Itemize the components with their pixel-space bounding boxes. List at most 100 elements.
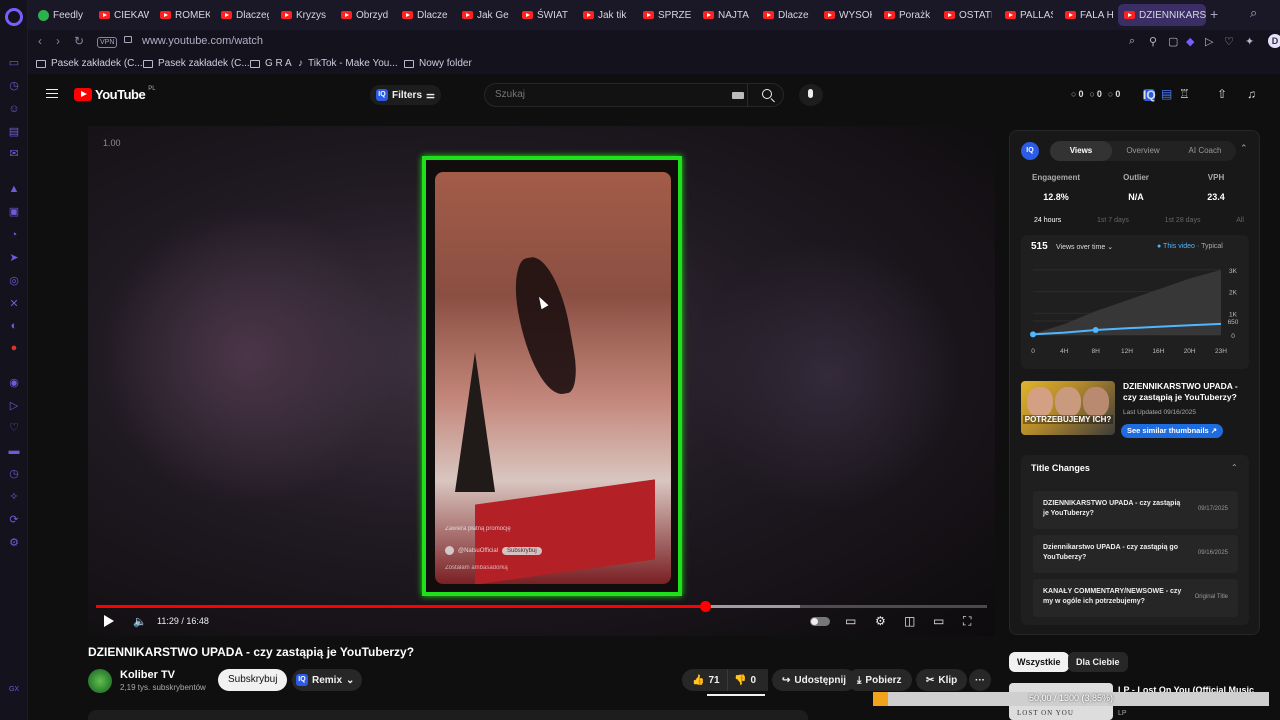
range-7d[interactable]: 1st 7 days [1097, 217, 1129, 224]
settings-icon[interactable]: ⚙ [8, 537, 20, 549]
gx-icon[interactable]: GX [8, 684, 20, 696]
lock-icon[interactable] [124, 36, 132, 43]
channel-name[interactable]: Koliber TV [120, 669, 175, 681]
progress-bar[interactable] [96, 601, 987, 612]
bell-icon[interactable]: ♫ [1247, 87, 1256, 101]
description-box[interactable] [88, 710, 808, 720]
chevron-up-icon[interactable]: ⌃ [1231, 463, 1238, 472]
new-tab-icon[interactable]: + [1210, 6, 1218, 22]
theater-mode-icon[interactable]: ▭ [933, 614, 944, 628]
tab-item[interactable]: FALA H [1065, 6, 1113, 24]
person-icon[interactable]: ☺ [8, 103, 20, 115]
reload-icon[interactable]: ↻ [74, 34, 84, 48]
tab-search-icon[interactable]: ⌕ [1250, 5, 1257, 21]
tab-item[interactable]: Dlacze [402, 6, 450, 24]
keyboard-icon[interactable] [732, 92, 744, 99]
vidiq-icon[interactable]: IQ [1143, 89, 1156, 101]
vpn-badge[interactable]: VPN [97, 37, 118, 48]
extensions-icon[interactable]: ✦ [1245, 35, 1254, 48]
see-similar-button[interactable]: See similar thumbnails ↗ [1121, 424, 1224, 438]
messenger-icon[interactable]: ◔ [8, 229, 20, 241]
send-icon[interactable]: ▷ [8, 400, 20, 412]
profile-avatar[interactable]: D [1268, 34, 1280, 48]
tab-item[interactable]: Porażk [884, 6, 932, 24]
speed-dial-icon[interactable]: ▭ [8, 57, 20, 69]
share-button[interactable]: ↪ Udostępnij [772, 669, 857, 691]
instagram-icon[interactable]: ◎ [8, 275, 20, 287]
views-over-time-dropdown[interactable]: Views over time ⌄ [1056, 243, 1113, 251]
telegram-icon[interactable]: ➤ [8, 252, 20, 264]
player-icon[interactable]: ◉ [8, 377, 20, 389]
search-button[interactable] [747, 84, 785, 106]
vidiq-logo[interactable]: IQ [1021, 142, 1039, 160]
range-24h[interactable]: 24 hours [1034, 217, 1061, 224]
range-all[interactable]: All [1236, 217, 1244, 224]
bookmark-folder[interactable]: Nowy folder [404, 58, 472, 69]
tab-item[interactable]: NAJTA [703, 6, 751, 24]
heart-icon[interactable]: ♡ [8, 422, 20, 434]
tab-item[interactable]: WYSOK [824, 6, 872, 24]
zoom-icon[interactable]: ⌕ [1129, 35, 1135, 48]
tab-item[interactable]: Jak Ge [462, 6, 510, 24]
range-28d[interactable]: 1st 28 days [1165, 217, 1201, 224]
url-field[interactable]: www.youtube.com/watch [142, 35, 263, 47]
youtube-music-icon[interactable]: ● [8, 342, 20, 354]
more-actions-button[interactable]: ··· [969, 669, 991, 691]
tab-item[interactable]: Dlacze [763, 6, 811, 24]
related-thumbnail[interactable]: POTRZEBUJEMY ICH? [1021, 381, 1115, 435]
tab-overview[interactable]: Overview [1112, 141, 1174, 161]
autoplay-toggle[interactable] [810, 617, 830, 626]
fullscreen-icon[interactable]: ⛶ [963, 614, 971, 629]
video-player[interactable]: 1.00 Zawiera płatną promocję @NatsuOffic… [88, 126, 995, 636]
dislike-button[interactable]: 👎 0 [727, 669, 768, 691]
voice-search-icon[interactable] [799, 84, 823, 106]
clip-button[interactable]: ✂ Klip [916, 669, 968, 691]
pin-icon[interactable]: ⚲ [1149, 35, 1157, 48]
aria-icon[interactable]: ▲ [8, 183, 20, 195]
downloads-icon[interactable]: ⟳ [8, 514, 20, 526]
history-icon[interactable]: ◷ [8, 80, 20, 92]
channel-avatar[interactable] [88, 669, 112, 693]
forward-icon[interactable]: › [56, 34, 60, 48]
back-icon[interactable]: ‹ [38, 34, 42, 48]
tab-feedly[interactable]: Feedly [38, 6, 96, 24]
chevron-up-icon[interactable]: ⌃ [1240, 143, 1248, 154]
search-input[interactable] [495, 89, 715, 100]
wallet-icon[interactable]: ▬ [8, 445, 20, 457]
opera-logo-icon[interactable] [5, 8, 23, 26]
shield-icon[interactable]: ◆ [1186, 35, 1194, 48]
chip-all[interactable]: Wszystkie [1009, 652, 1069, 672]
tab-item[interactable]: PALLAS [1005, 6, 1053, 24]
play-extension-icon[interactable]: ▷ [1205, 35, 1213, 48]
bookmark-folder[interactable]: Pasek zakładek (C... [143, 58, 250, 69]
x-icon[interactable]: ✕ [8, 298, 20, 310]
miniplayer-icon[interactable]: ◫ [904, 614, 915, 628]
tab-active[interactable]: DZIENNIKARST [1118, 4, 1206, 26]
tab-item[interactable]: OSTATI [944, 6, 992, 24]
play-button[interactable] [104, 615, 114, 627]
trophy-icon[interactable]: ♖ [1179, 87, 1190, 101]
next-video-channel[interactable]: LP [1118, 710, 1127, 717]
extensions-icon[interactable]: ✧ [8, 491, 20, 503]
tab-item[interactable]: ROMEK [160, 6, 210, 24]
download-button[interactable]: ⤓ Pobierz [847, 669, 912, 691]
youtube-logo[interactable]: YouTube PL [74, 86, 156, 102]
bookmark-folder[interactable]: G R A [250, 58, 292, 69]
tab-item[interactable]: SPRZEE [643, 6, 691, 24]
snapshot-icon[interactable]: ▢ [1168, 35, 1178, 48]
tab-item[interactable]: ŚWIAT [522, 6, 570, 24]
tab-views[interactable]: Views [1050, 141, 1112, 161]
settings-gear-icon[interactable]: ⚙ [875, 614, 886, 628]
bookmark-folder[interactable]: Pasek zakładek (C... [36, 58, 143, 69]
tab-item[interactable]: Kryzys [281, 6, 329, 24]
notes-icon[interactable]: ▤ [8, 126, 20, 138]
bookmark-tiktok[interactable]: ♪ TikTok - Make You... [298, 58, 398, 69]
menu-icon[interactable] [46, 89, 58, 98]
upload-icon[interactable]: ⇧ [1217, 87, 1227, 101]
chip-for-you[interactable]: Dla Ciebie [1068, 652, 1128, 672]
tab-item[interactable]: CIEKAW [99, 6, 149, 24]
tab-ai-coach[interactable]: AI Coach [1174, 141, 1236, 161]
tab-item[interactable]: Jak tik [583, 6, 631, 24]
twitch-icon[interactable]: ▣ [8, 206, 20, 218]
filters-button[interactable]: IQ Filters ⚌ [370, 85, 441, 105]
